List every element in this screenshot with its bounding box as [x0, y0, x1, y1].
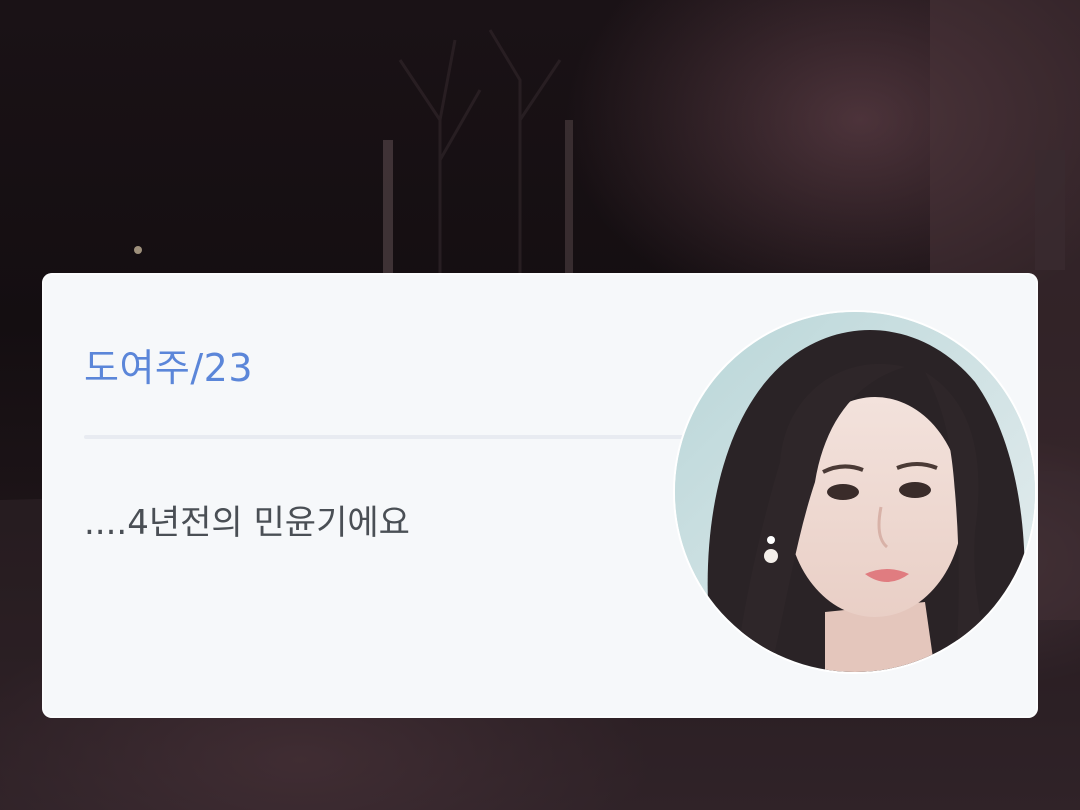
portrait-photo-icon	[675, 312, 1035, 672]
name-age-label: 도여주/23	[84, 346, 254, 390]
message-text: ....4년전의 민윤기에요	[84, 503, 410, 543]
profile-card: 도여주/23 ....4년전의 민윤기에요	[42, 273, 1038, 718]
avatar	[673, 310, 1037, 674]
